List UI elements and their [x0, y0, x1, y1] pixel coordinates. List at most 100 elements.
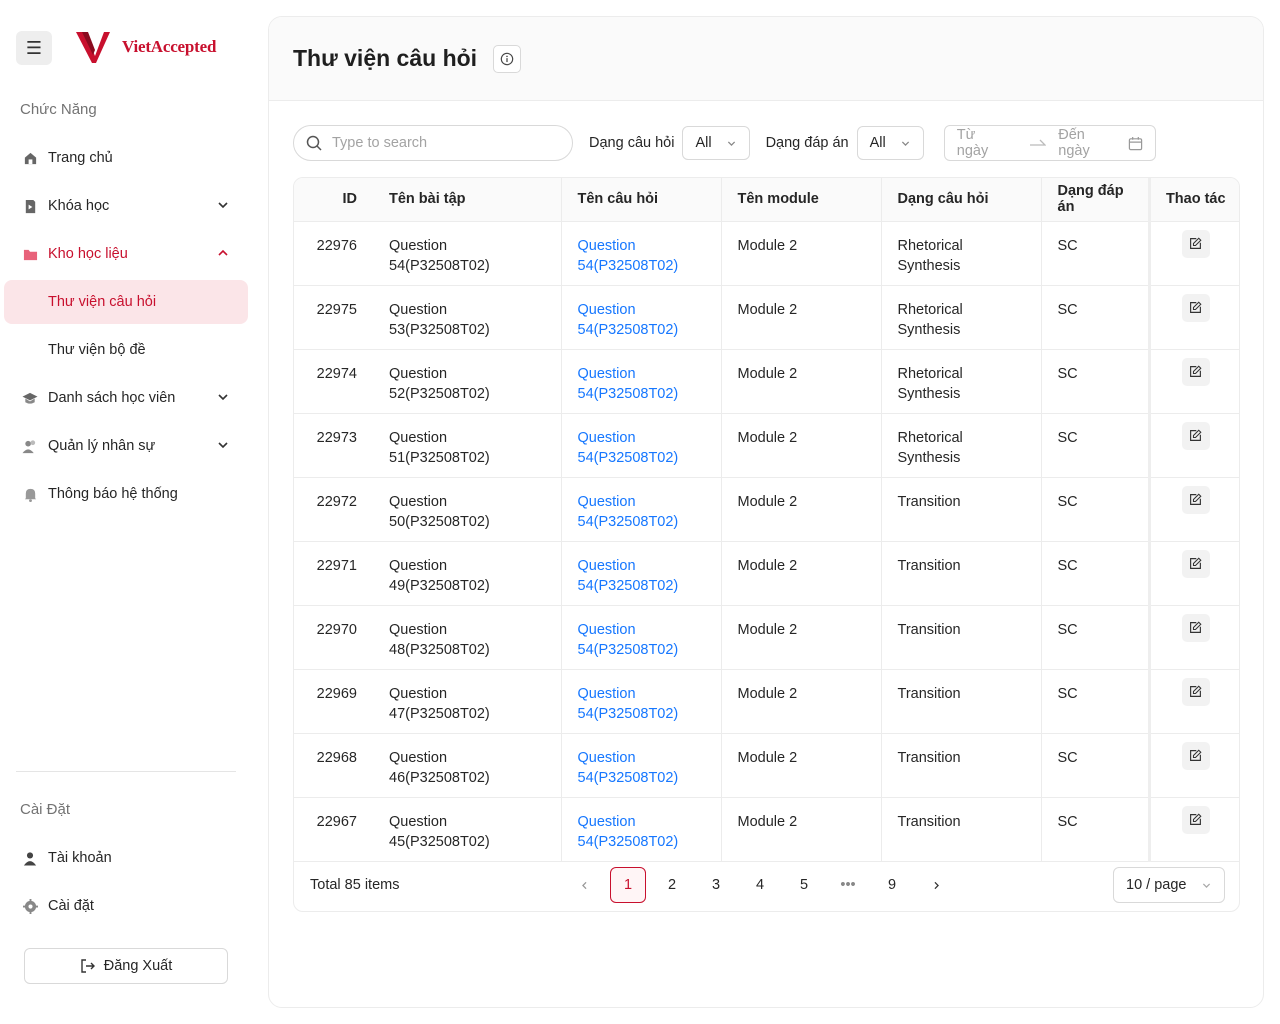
sidebar-item-staff[interactable]: Quản lý nhân sự: [4, 424, 248, 468]
cell-question-type: Rhetorical Synthesis: [881, 349, 1042, 414]
sidebar-item-exam-library[interactable]: Thư viện bộ đề: [4, 328, 248, 372]
cell-actions: [1147, 605, 1239, 670]
main-panel: Thư viện câu hỏi Dạng câu hỏi All Dạng đ…: [268, 16, 1264, 1008]
edit-button[interactable]: [1181, 741, 1210, 770]
table-row: 22968 Question 46(P32508T02) Question 54(P…: [294, 733, 1239, 798]
cell-exercise: Question 45(P32508T02): [373, 797, 562, 862]
cell-actions: [1147, 221, 1239, 286]
sidebar-item-students[interactable]: Danh sách học viên: [4, 376, 248, 420]
edit-icon: [1189, 493, 1202, 506]
sidebar-item-question-library[interactable]: Thư viện câu hỏi: [4, 280, 248, 324]
cell-question-type: Rhetorical Synthesis: [881, 221, 1042, 286]
column-header-exercise[interactable]: Tên bài tập: [373, 178, 562, 222]
table-row: 22973 Question 51(P32508T02) Question 54(P…: [294, 413, 1239, 478]
question-link[interactable]: Question 54(P32508T02): [561, 669, 722, 734]
menu-toggle-button[interactable]: ☰: [16, 31, 52, 65]
page-button-1[interactable]: 1: [610, 867, 646, 903]
page-button-4[interactable]: 4: [742, 867, 778, 903]
edit-icon: [1189, 749, 1202, 762]
cell-answer-type: SC: [1041, 733, 1149, 798]
edit-button[interactable]: [1181, 677, 1210, 706]
sidebar-item-account[interactable]: Tài khoản: [4, 836, 248, 880]
column-header-question-type[interactable]: Dạng câu hỏi: [881, 178, 1042, 222]
edit-button[interactable]: [1181, 357, 1210, 386]
cell-exercise: Question 51(P32508T02): [373, 413, 562, 478]
cell-module: Module 2: [721, 285, 882, 350]
question-link[interactable]: Question 54(P32508T02): [561, 733, 722, 798]
chevron-down-icon: [1201, 880, 1212, 891]
page-size-value: 10 / page: [1126, 877, 1187, 893]
cell-id: 22969: [294, 669, 373, 734]
question-link[interactable]: Question 54(P32508T02): [561, 477, 722, 542]
table-row: 22972 Question 50(P32508T02) Question 54(P…: [294, 477, 1239, 542]
search-input[interactable]: [332, 135, 552, 151]
sidebar-item-notifications[interactable]: Thông báo hệ thống: [4, 472, 248, 516]
question-link[interactable]: Question 54(P32508T02): [561, 285, 722, 350]
total-items: Total 85 items: [310, 877, 400, 893]
sidebar-item-label: Kho học liệu: [48, 246, 128, 262]
question-type-select[interactable]: All: [682, 126, 750, 160]
edit-button[interactable]: [1181, 613, 1210, 642]
sidebar-item-label: Khóa học: [48, 198, 110, 214]
page-jump-ellipsis[interactable]: •••: [830, 867, 866, 903]
next-page-button[interactable]: [918, 867, 954, 903]
sidebar-item-learning-materials[interactable]: Kho học liệu: [4, 232, 248, 276]
question-link[interactable]: Question 54(P32508T02): [561, 413, 722, 478]
cell-exercise: Question 47(P32508T02): [373, 669, 562, 734]
column-header-module[interactable]: Tên module: [721, 178, 882, 222]
edit-button[interactable]: [1181, 293, 1210, 322]
column-header-question[interactable]: Tên câu hỏi: [561, 178, 722, 222]
logout-label: Đăng Xuất: [103, 958, 173, 974]
edit-button[interactable]: [1181, 485, 1210, 514]
cell-id: 22974: [294, 349, 373, 414]
sidebar-item-label: Danh sách học viên: [48, 390, 176, 406]
question-link[interactable]: Question 54(P32508T02): [561, 541, 722, 606]
sidebar-item-label: Tài khoản: [48, 850, 112, 866]
question-link[interactable]: Question 54(P32508T02): [561, 605, 722, 670]
question-link[interactable]: Question 54(P32508T02): [561, 349, 722, 414]
edit-icon: [1189, 429, 1202, 442]
sidebar-item-courses[interactable]: Khóa học: [4, 184, 248, 228]
sidebar-item-settings[interactable]: Cài đặt: [4, 884, 248, 928]
edit-button[interactable]: [1181, 549, 1210, 578]
edit-button[interactable]: [1181, 421, 1210, 450]
column-header-answer-type[interactable]: Dạng đáp án: [1041, 178, 1149, 222]
chevron-down-icon: [726, 138, 737, 149]
question-table: ID Tên bài tập Tên câu hỏi Tên module Dạ…: [293, 177, 1240, 912]
page-button-3[interactable]: 3: [698, 867, 734, 903]
column-header-id[interactable]: ID: [294, 178, 373, 222]
question-link[interactable]: Question 54(P32508T02): [561, 221, 722, 286]
edit-button[interactable]: [1181, 229, 1210, 258]
users-icon: [22, 438, 38, 454]
chevron-right-icon: [933, 881, 939, 889]
home-icon: [22, 150, 38, 166]
cell-id: 22971: [294, 541, 373, 606]
table-row: 22971 Question 49(P32508T02) Question 54(P…: [294, 541, 1239, 606]
prev-page-button[interactable]: [566, 867, 602, 903]
search-box[interactable]: [293, 125, 573, 161]
question-link[interactable]: Question 54(P32508T02): [561, 797, 722, 862]
date-range-picker[interactable]: Từ ngày Đến ngày: [943, 125, 1156, 161]
page-button-5[interactable]: 5: [786, 867, 822, 903]
edit-button[interactable]: [1181, 805, 1210, 834]
cell-exercise: Question 50(P32508T02): [373, 477, 562, 542]
page-size-select[interactable]: 10 / page: [1113, 867, 1225, 903]
sidebar-divider: [16, 771, 236, 772]
page-button-9[interactable]: 9: [874, 867, 910, 903]
search-icon: [306, 135, 322, 151]
cell-module: Module 2: [721, 349, 882, 414]
cell-actions: [1147, 477, 1239, 542]
page-title: Thư viện câu hỏi: [293, 45, 478, 71]
sidebar-item-home[interactable]: Trang chủ: [4, 136, 248, 180]
gear-icon: [22, 898, 38, 914]
date-to-input[interactable]: Đến ngày: [1058, 127, 1119, 159]
cell-module: Module 2: [721, 733, 882, 798]
answer-type-select[interactable]: All: [856, 126, 924, 160]
graduation-cap-icon: [22, 390, 38, 406]
info-button[interactable]: [493, 44, 522, 73]
brand-logo[interactable]: VietAccepted: [76, 30, 216, 64]
page-button-2[interactable]: 2: [654, 867, 690, 903]
date-from-input[interactable]: Từ ngày: [957, 127, 1011, 159]
info-icon: [500, 52, 514, 65]
logout-button[interactable]: Đăng Xuất: [24, 948, 228, 984]
